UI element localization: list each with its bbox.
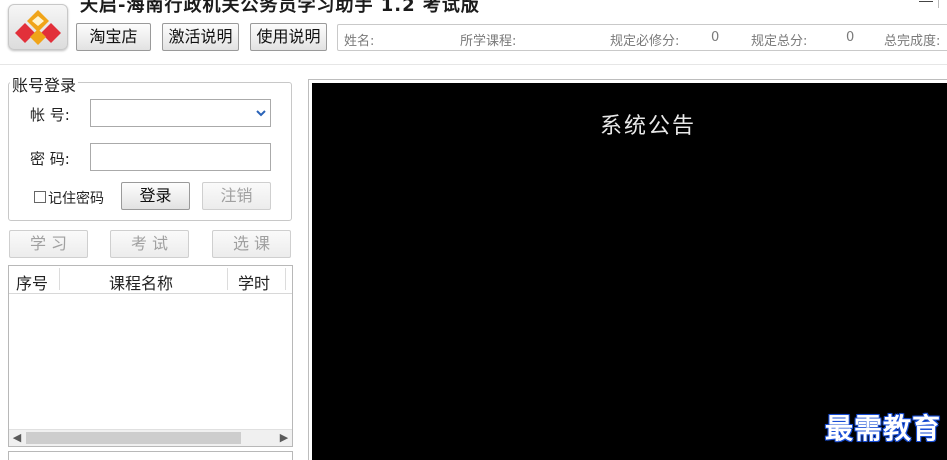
completion-label: 总完成度: (884, 34, 941, 49)
password-input[interactable] (90, 143, 271, 171)
window-title: 天启-海南行政机关公务员学习助手 1.2 考试版 (80, 0, 480, 16)
login-group-title: 账号登录 (10, 72, 79, 96)
scroll-right-icon[interactable]: ▶ (276, 430, 292, 446)
remember-password-label[interactable]: 记住密码 (48, 188, 104, 208)
total-credit-label: 规定总分: (751, 34, 808, 49)
chevron-down-icon[interactable] (256, 108, 266, 118)
taobao-store-button[interactable]: 淘宝店 (76, 23, 151, 51)
scrollbar-thumb[interactable] (26, 432, 241, 444)
column-header-index[interactable]: 序号 (16, 270, 48, 294)
horizontal-scrollbar[interactable]: ◀ ▶ (9, 429, 292, 446)
app-window: 天启-海南行政机关公务员学习助手 1.2 考试版 淘宝店 激活说明 使用说明 姓… (0, 0, 947, 460)
account-combobox[interactable] (90, 99, 271, 127)
secondary-list[interactable] (8, 451, 293, 460)
column-header-course-name[interactable]: 课程名称 (109, 270, 173, 294)
course-list[interactable]: 序号 课程名称 学时 ◀ ▶ (8, 265, 293, 447)
remember-password-checkbox[interactable] (34, 191, 46, 203)
exam-button[interactable]: 考 试 (110, 230, 189, 258)
study-button[interactable]: 学 习 (9, 230, 88, 258)
column-separator (285, 268, 286, 290)
app-logo-icon (8, 4, 68, 50)
required-credit-value: 0 (711, 30, 720, 45)
login-button[interactable]: 登录 (121, 182, 190, 210)
activation-guide-button[interactable]: 激活说明 (162, 23, 239, 51)
course-list-header: 序号 课程名称 学时 (9, 266, 292, 294)
column-separator (59, 268, 60, 290)
announcement-title: 系统公告 (600, 114, 697, 139)
course-label: 所学课程: (460, 34, 517, 49)
title-divider (938, 0, 939, 8)
column-header-hours[interactable]: 学时 (238, 270, 270, 294)
logout-button[interactable]: 注销 (202, 182, 271, 210)
watermark-logo: 最需教育 (824, 412, 941, 445)
name-label: 姓名: (344, 34, 375, 49)
minimize-button[interactable] (919, 0, 933, 2)
column-separator (227, 268, 228, 290)
usage-guide-button[interactable]: 使用说明 (250, 23, 327, 51)
scroll-left-icon[interactable]: ◀ (9, 430, 25, 446)
required-credit-label: 规定必修分: (610, 34, 680, 49)
password-label: 密 码: (30, 150, 70, 168)
account-label: 帐 号: (30, 106, 70, 124)
select-course-button[interactable]: 选 课 (212, 230, 291, 258)
user-info-bar: 姓名: 所学课程: 规定必修分: 0 规定总分: 0 总完成度: (337, 24, 947, 51)
toolbar-separator (0, 64, 947, 65)
total-credit-value: 0 (846, 30, 855, 45)
